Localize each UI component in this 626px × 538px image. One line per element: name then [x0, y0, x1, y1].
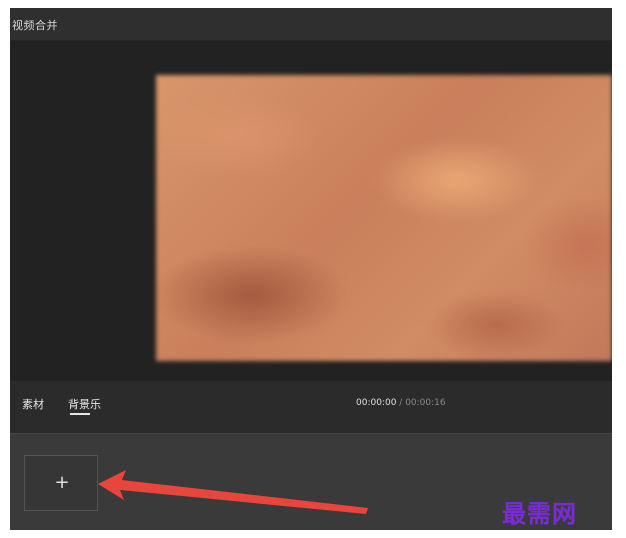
video-merge-window: 视频合并 素材 背景乐 00:00:00 / 00:00:16 + [10, 8, 612, 530]
watermark-logo: 最需网 [502, 499, 577, 528]
arrow-head [98, 470, 368, 514]
annotation-arrow [98, 470, 368, 514]
